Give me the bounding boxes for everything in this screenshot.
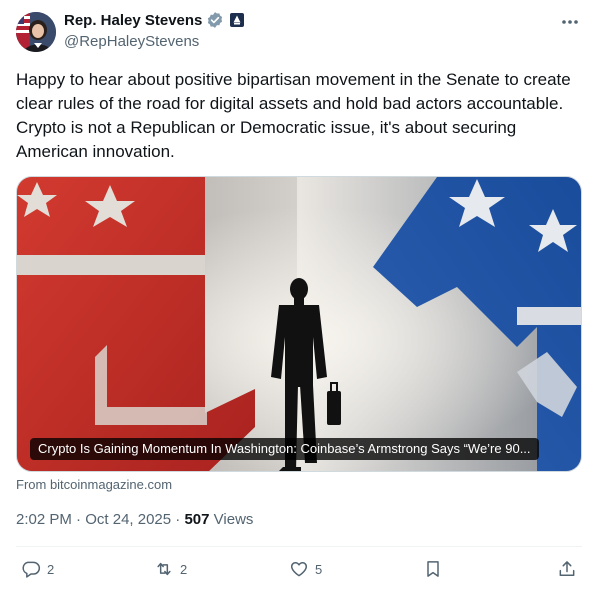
divider (16, 546, 582, 547)
views-label[interactable]: Views (214, 511, 254, 528)
repost-count: 2 (180, 561, 188, 577)
tweet-text: Happy to hear about positive bipartisan … (16, 70, 571, 161)
gov-badge-icon (230, 13, 245, 27)
meta-separator: · (175, 511, 181, 528)
verified-badge-icon (206, 11, 224, 29)
link-card-source[interactable]: From bitcoinmagazine.com (16, 477, 172, 492)
views-count[interactable]: 507 (184, 511, 209, 528)
reply-button[interactable]: 2 (21, 559, 54, 579)
action-bar: 2 2 5 (0, 557, 598, 587)
meta-separator: · (76, 511, 82, 528)
tweet-time[interactable]: 2:02 PM (16, 511, 72, 528)
bookmark-button[interactable] (423, 559, 443, 579)
author-handle[interactable]: @RepHaleyStevens (64, 33, 199, 50)
repost-icon (154, 559, 174, 579)
bookmark-icon (423, 559, 443, 579)
share-icon (557, 559, 577, 579)
like-button[interactable]: 5 (289, 559, 322, 579)
avatar[interactable] (16, 12, 56, 52)
more-icon[interactable] (560, 14, 580, 30)
reply-icon (21, 559, 41, 579)
like-icon (289, 559, 309, 579)
reply-count: 2 (47, 561, 55, 577)
tweet-date[interactable]: Oct 24, 2025 (85, 511, 171, 528)
like-count: 5 (315, 561, 323, 577)
share-button[interactable] (557, 559, 577, 579)
link-card-caption[interactable]: Crypto Is Gaining Momentum In Washington… (30, 438, 539, 460)
author-name[interactable]: Rep. Haley Stevens (64, 12, 202, 29)
repost-button[interactable]: 2 (154, 559, 187, 579)
link-card-image[interactable]: Crypto Is Gaining Momentum In Washington… (16, 176, 582, 472)
tweet-meta: 2:02 PM · Oct 24, 2025 · 507 Views (16, 511, 253, 528)
